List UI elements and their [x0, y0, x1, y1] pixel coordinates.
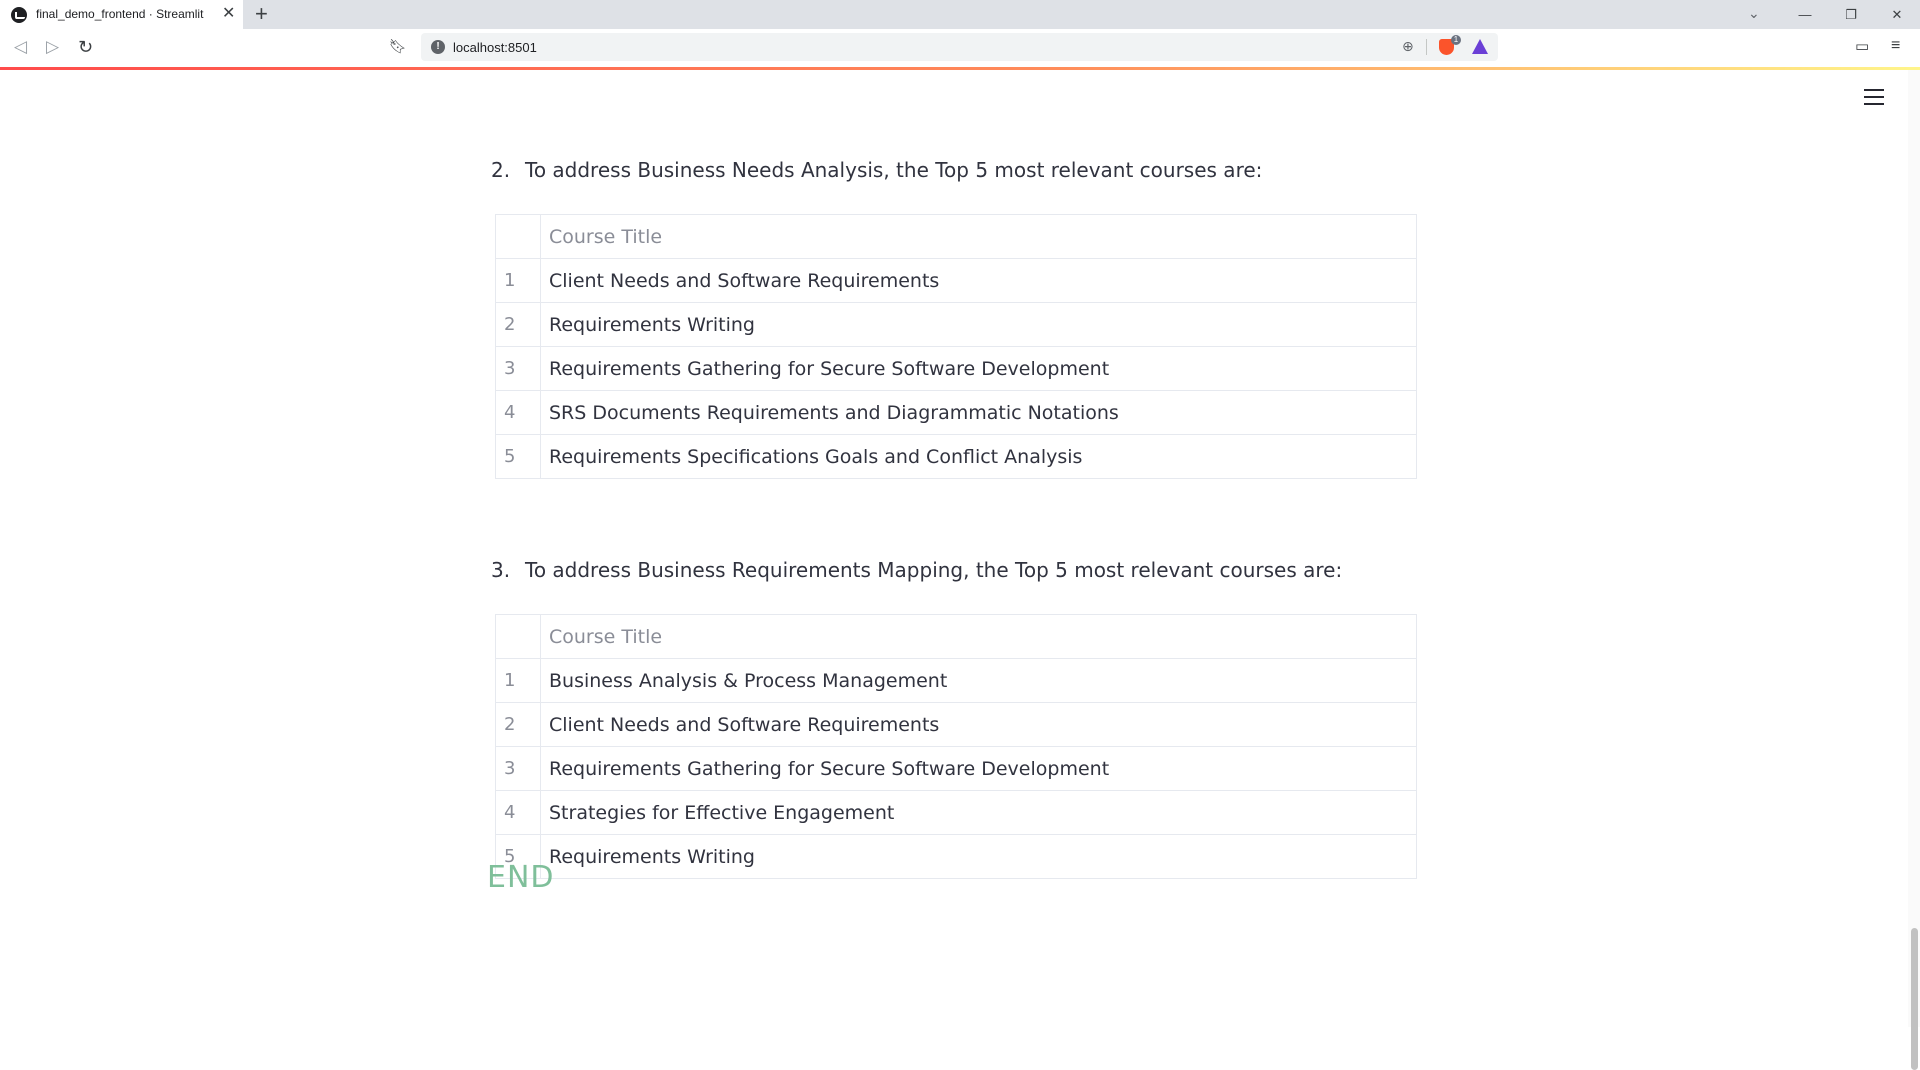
- table-row: 5 Requirements Specifications Goals and …: [495, 434, 1417, 479]
- section-heading: 2. To address Business Needs Analysis, th…: [491, 158, 1262, 182]
- page-scrollbar-thumb[interactable]: [1911, 928, 1918, 1070]
- course-title-cell: Strategies for Effective Engagement: [540, 790, 1417, 835]
- row-index: 1: [495, 658, 541, 703]
- table-row: 1 Client Needs and Software Requirements: [495, 258, 1417, 303]
- course-title-cell: Requirements Gathering for Secure Softwa…: [540, 746, 1417, 791]
- section-number: 3.: [491, 558, 511, 582]
- course-table: Course Title 1 Business Analysis & Proce…: [495, 614, 1417, 879]
- table-row: 2 Client Needs and Software Requirements: [495, 702, 1417, 747]
- course-title-cell: Requirements Writing: [540, 834, 1417, 879]
- table-header-row: Course Title: [495, 614, 1417, 659]
- address-bar[interactable]: ! localhost:8501 ⊕ 1: [421, 33, 1498, 61]
- table-row: 3 Requirements Gathering for Secure Soft…: [495, 346, 1417, 391]
- site-info-icon[interactable]: !: [431, 40, 445, 54]
- tab-close-icon[interactable]: ✕: [222, 5, 235, 23]
- course-title-cell: Business Analysis & Process Management: [540, 658, 1417, 703]
- row-index: 3: [495, 346, 541, 391]
- section-number: 2.: [491, 158, 511, 182]
- row-index: 4: [495, 390, 541, 435]
- tab-title: final_demo_frontend · Streamlit: [36, 7, 204, 21]
- table-row: 2 Requirements Writing: [495, 302, 1417, 347]
- new-tab-button[interactable]: +: [255, 2, 268, 26]
- course-title-cell: Requirements Specifications Goals and Co…: [540, 434, 1417, 479]
- section-heading-text: To address Business Requirements Mapping…: [525, 558, 1343, 582]
- column-header: Course Title: [540, 614, 1417, 659]
- restore-button[interactable]: ❐: [1828, 0, 1874, 29]
- browser-menu-icon[interactable]: ≡: [1891, 37, 1900, 55]
- course-title-cell: Requirements Gathering for Secure Softwa…: [540, 346, 1417, 391]
- url-text[interactable]: localhost:8501: [453, 40, 537, 55]
- row-index: 2: [495, 302, 541, 347]
- table-row: 4 SRS Documents Requirements and Diagram…: [495, 390, 1417, 435]
- table-row: 1 Business Analysis & Process Management: [495, 658, 1417, 703]
- table-row: 3 Requirements Gathering for Secure Soft…: [495, 746, 1417, 791]
- shield-count-badge: 1: [1451, 35, 1461, 45]
- tab-search-chevron-icon[interactable]: ⌄: [1748, 5, 1760, 22]
- course-title-cell: Client Needs and Software Requirements: [540, 702, 1417, 747]
- section-heading: 3. To address Business Requirements Mappi…: [491, 558, 1342, 582]
- table-header-row: Course Title: [495, 214, 1417, 259]
- row-index: 4: [495, 790, 541, 835]
- page-scrollbar-track[interactable]: [1908, 70, 1920, 1070]
- index-header-cell: [495, 214, 541, 259]
- forward-arrow-icon[interactable]: ▷: [46, 37, 59, 57]
- zoom-icon[interactable]: ⊕: [1402, 38, 1414, 55]
- browser-toolbar: ◁ ▷ ↻ 🔖︎ ! localhost:8501 ⊕ 1 ▭ ≡: [0, 29, 1920, 67]
- tab-strip: final_demo_frontend · Streamlit ✕ + ⌄ — …: [0, 0, 1920, 29]
- row-index: 2: [495, 702, 541, 747]
- table-row: 5 Requirements Writing: [495, 834, 1417, 879]
- course-table: Course Title 1 Client Needs and Software…: [495, 214, 1417, 479]
- column-header: Course Title: [540, 214, 1417, 259]
- section-heading-text: To address Business Needs Analysis, the …: [525, 158, 1263, 182]
- streamlit-favicon-icon: [11, 7, 27, 23]
- bookmark-icon[interactable]: 🔖︎: [389, 38, 407, 55]
- end-heading: END: [487, 860, 555, 895]
- wallet-icon[interactable]: ▭: [1855, 37, 1869, 55]
- reload-icon[interactable]: ↻: [78, 37, 93, 57]
- hamburger-menu-icon[interactable]: [1864, 89, 1884, 105]
- course-title-cell: Requirements Writing: [540, 302, 1417, 347]
- minimize-button[interactable]: —: [1782, 0, 1828, 29]
- back-arrow-icon[interactable]: ◁: [14, 37, 27, 57]
- course-title-cell: SRS Documents Requirements and Diagramma…: [540, 390, 1417, 435]
- row-index: 3: [495, 746, 541, 791]
- table-row: 4 Strategies for Effective Engagement: [495, 790, 1417, 835]
- row-index: 1: [495, 258, 541, 303]
- omnibox-divider: [1426, 39, 1427, 55]
- window-controls: — ❐ ✕: [1782, 0, 1920, 29]
- close-window-button[interactable]: ✕: [1874, 0, 1920, 29]
- browser-tab-active[interactable]: final_demo_frontend · Streamlit ✕: [0, 0, 243, 29]
- row-index: 5: [495, 434, 541, 479]
- brave-rewards-icon[interactable]: [1472, 39, 1488, 54]
- index-header-cell: [495, 614, 541, 659]
- course-title-cell: Client Needs and Software Requirements: [540, 258, 1417, 303]
